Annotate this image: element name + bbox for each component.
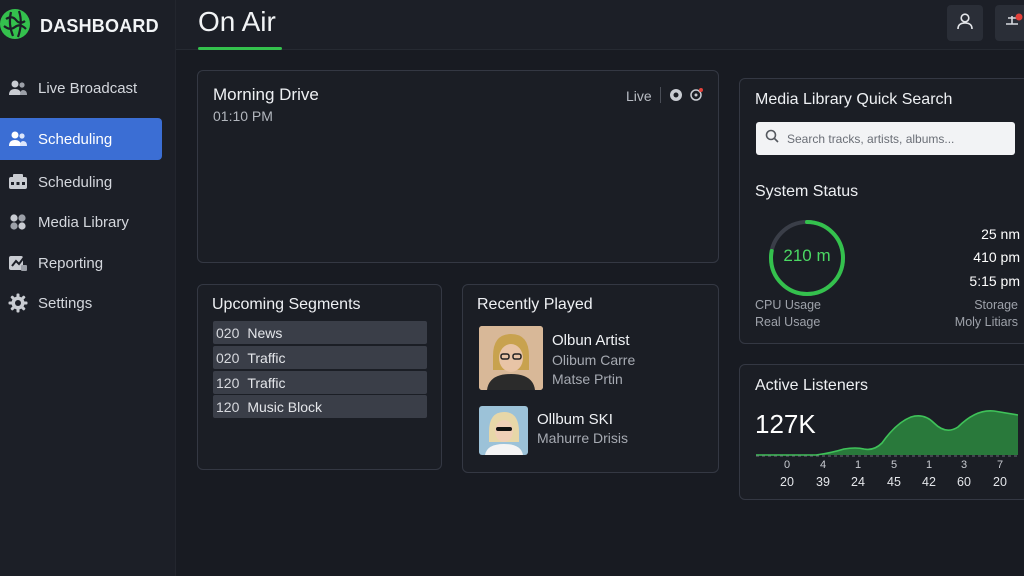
track-title: Ollbum SKI: [537, 411, 613, 428]
live-status: Live: [626, 88, 652, 104]
axis-label: 4: [819, 459, 827, 471]
brand-logo[interactable]: DASHBOARD: [0, 8, 176, 44]
sidebar-item-label: Live Broadcast: [38, 79, 138, 97]
broadcast-notification-icon: [1002, 12, 1024, 35]
cpu-usage-label: CPU Usage: [755, 298, 821, 312]
record-icon[interactable]: [689, 87, 704, 107]
storage-sub-label: Moly Litiars: [954, 315, 1018, 329]
stat-value: 25 nm: [981, 226, 1020, 242]
top-bar: [176, 0, 1024, 50]
system-status-title: System Status: [755, 183, 859, 200]
user-icon: [956, 12, 974, 35]
axis-label: 5: [890, 459, 898, 471]
gauge-value: 210 m: [783, 246, 831, 265]
sidebar-item-settings[interactable]: Settings: [0, 282, 162, 324]
axis-label: 0: [783, 459, 791, 471]
reporting-icon: [8, 253, 28, 273]
listeners-title: Active Listeners: [755, 377, 868, 394]
album-art[interactable]: [479, 406, 528, 455]
segment-row[interactable]: 020 Traffic: [213, 346, 427, 369]
axis-label: 7: [996, 459, 1004, 471]
notifications-button[interactable]: [995, 5, 1024, 41]
axis-value: 24: [851, 475, 865, 489]
listeners-area-chart: [756, 410, 1018, 457]
users-icon: [8, 129, 28, 149]
schedule-icon: [8, 172, 28, 192]
brand-name: DASHBOARD: [40, 15, 159, 36]
usage-gauge: 210 m: [766, 217, 848, 299]
storage-label: Storage: [974, 298, 1018, 312]
sidebar-item-reporting[interactable]: Reporting: [0, 242, 162, 284]
axis-value: 20: [993, 475, 1007, 489]
stat-value: 410 pm: [973, 249, 1020, 265]
sidebar-item-live-broadcast[interactable]: Live Broadcast: [0, 67, 162, 109]
camera-icon[interactable]: [669, 88, 683, 107]
segment-row[interactable]: 020 News: [213, 321, 427, 344]
sidebar-item-label: Scheduling: [38, 130, 113, 148]
search-title: Media Library Quick Search: [755, 91, 953, 108]
sidebar-item-media-library[interactable]: Media Library: [0, 201, 162, 243]
sidebar-item-scheduling-active[interactable]: Scheduling: [0, 118, 162, 160]
divider: [660, 87, 661, 103]
search-box[interactable]: [756, 122, 1015, 155]
sidebar-item-label: Reporting: [38, 254, 104, 272]
axis-label: 1: [925, 459, 933, 471]
axis-value: 60: [957, 475, 971, 489]
search-input[interactable]: [787, 131, 1007, 146]
title-underline: [198, 47, 282, 50]
track-subtitle: Olibum Carre: [552, 352, 636, 368]
upcoming-segments-card: Upcoming Segments 020 News 020 Traffic 120…: [197, 284, 442, 470]
now-playing-card: Morning Drive 01:10 PM Live: [197, 70, 719, 263]
show-time: 01:10 PM: [213, 108, 273, 124]
axis-label: 1: [854, 459, 862, 471]
album-art[interactable]: [479, 326, 543, 390]
active-listeners-card: Active Listeners 127K 0 4 1 5 1 3 7 20 3…: [739, 364, 1024, 500]
recently-played-card: Recently Played Olbun Artist Olibum Carr…: [462, 284, 719, 473]
axis-value: 45: [887, 475, 901, 489]
media-icon: [8, 212, 28, 232]
sidebar-item-scheduling[interactable]: Scheduling: [0, 161, 162, 203]
stat-value: 5:15 pm: [969, 273, 1020, 289]
search-icon: [765, 129, 779, 148]
gear-icon: [8, 293, 28, 313]
sidebar-item-label: Media Library: [38, 213, 129, 231]
user-profile-button[interactable]: [947, 5, 983, 41]
page-title: On Air: [198, 6, 276, 37]
segment-row[interactable]: 120 Music Block: [213, 395, 427, 418]
show-title: Morning Drive: [213, 85, 319, 104]
card-title: Recently Played: [477, 296, 593, 313]
real-usage-label: Real Usage: [755, 315, 821, 329]
axis-label: 3: [960, 459, 968, 471]
axis-value: 39: [816, 475, 830, 489]
track-subtitle: Matse Prtin: [552, 371, 623, 387]
segment-row[interactable]: 120 Traffic: [213, 371, 427, 394]
sidebar: DASHBOARD Live Broadcast Scheduling Sche…: [0, 0, 176, 576]
track-title: Olbun Artist: [552, 332, 630, 349]
sidebar-item-label: Settings: [38, 294, 93, 312]
axis-value: 42: [922, 475, 936, 489]
axis-value: 20: [780, 475, 794, 489]
track-subtitle: Mahurre Drisis: [537, 430, 629, 446]
users-icon: [8, 78, 28, 98]
globe-icon: [0, 7, 32, 46]
sidebar-item-label: Scheduling: [38, 173, 113, 191]
card-title: Upcoming Segments: [212, 296, 361, 313]
library-status-card: Media Library Quick Search System Status…: [739, 78, 1024, 344]
